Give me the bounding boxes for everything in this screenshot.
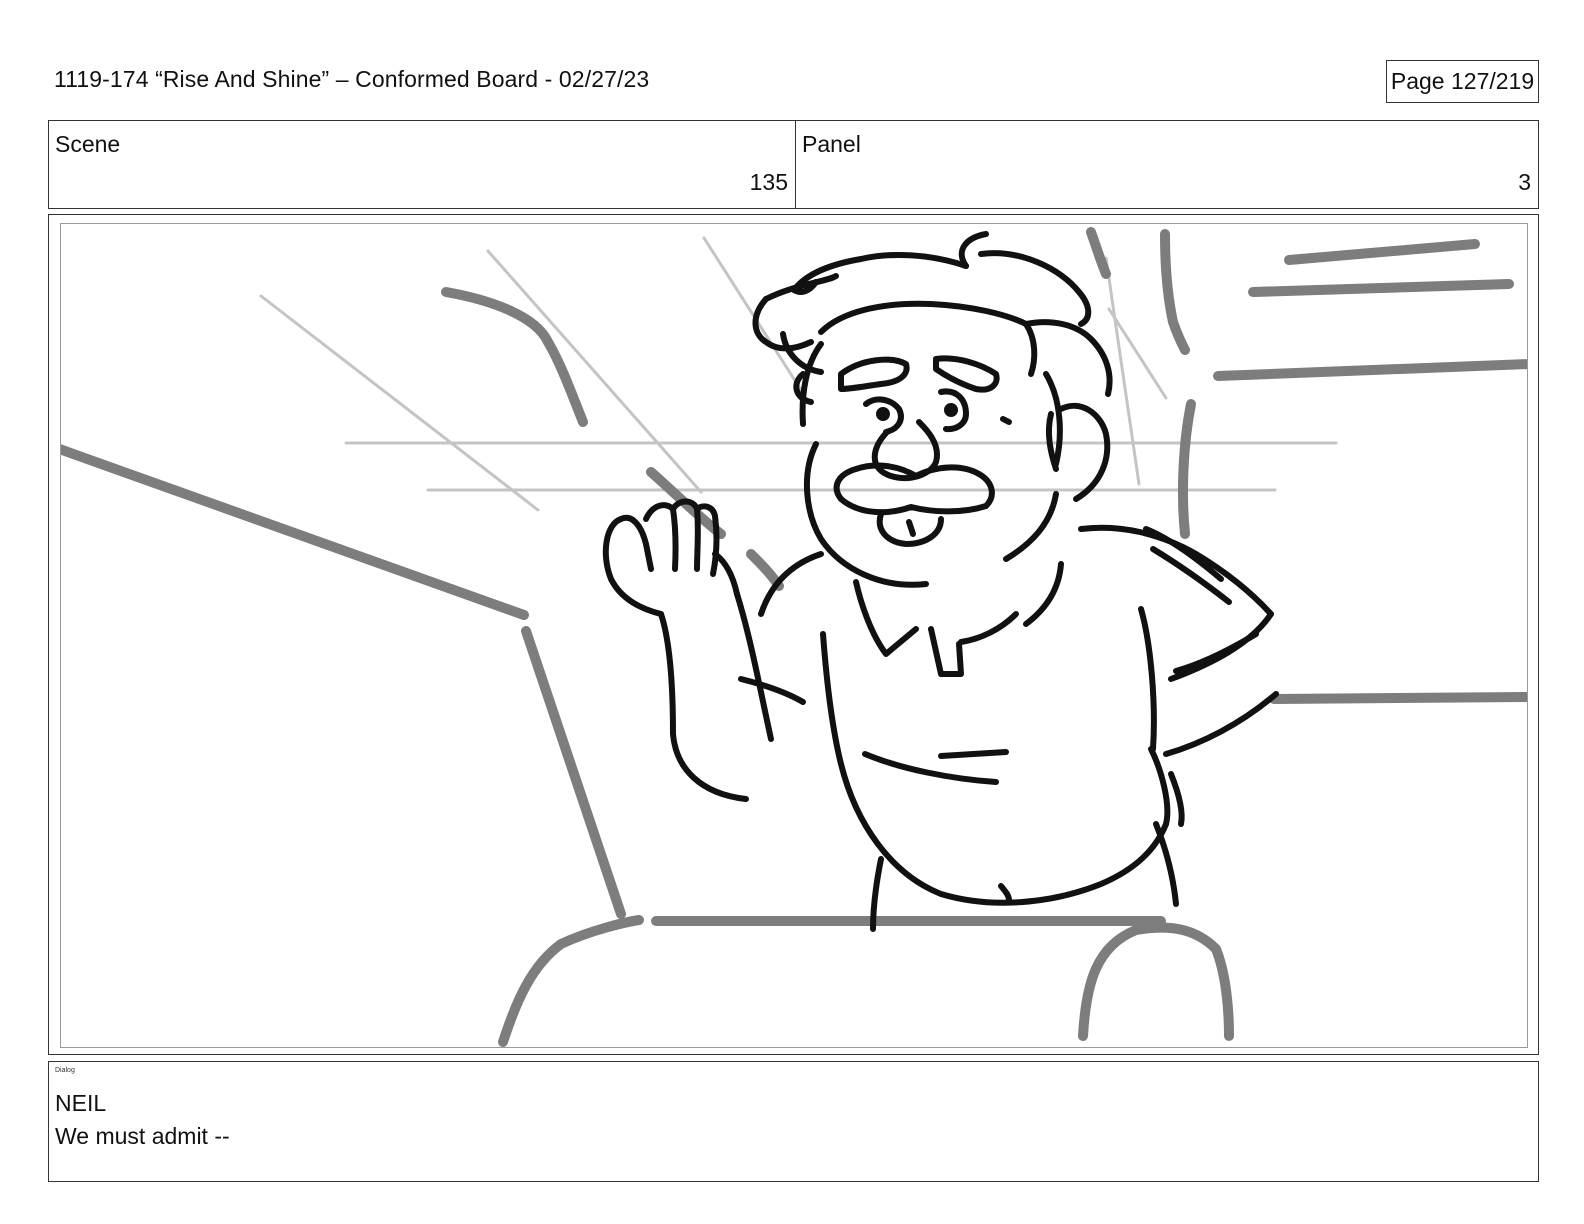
dialog-box: Dialog NEIL We must admit -- (48, 1061, 1539, 1182)
dialog-label: Dialog (55, 1067, 75, 1074)
dialog-speaker: NEIL (55, 1090, 107, 1116)
scene-number: 135 (749, 169, 788, 195)
scene-label: Scene (55, 131, 121, 157)
dialog-line: We must admit -- (55, 1123, 230, 1149)
panel-label: Panel (802, 131, 861, 157)
panel-cell: Panel 3 (796, 121, 1538, 208)
panel-number: 3 (1518, 169, 1531, 195)
page-number-box: Page 127/219 (1386, 60, 1539, 103)
document-title: 1119-174 “Rise And Shine” – Conformed Bo… (54, 66, 650, 92)
scene-panel-info: Scene 135 Panel 3 (48, 120, 1539, 209)
scene-cell: Scene 135 (49, 121, 796, 208)
storyboard-frame (48, 214, 1539, 1055)
storyboard-sketch-icon (61, 227, 1527, 1047)
storyboard-panel-image (60, 223, 1528, 1048)
page-number: Page 127/219 (1390, 68, 1535, 94)
